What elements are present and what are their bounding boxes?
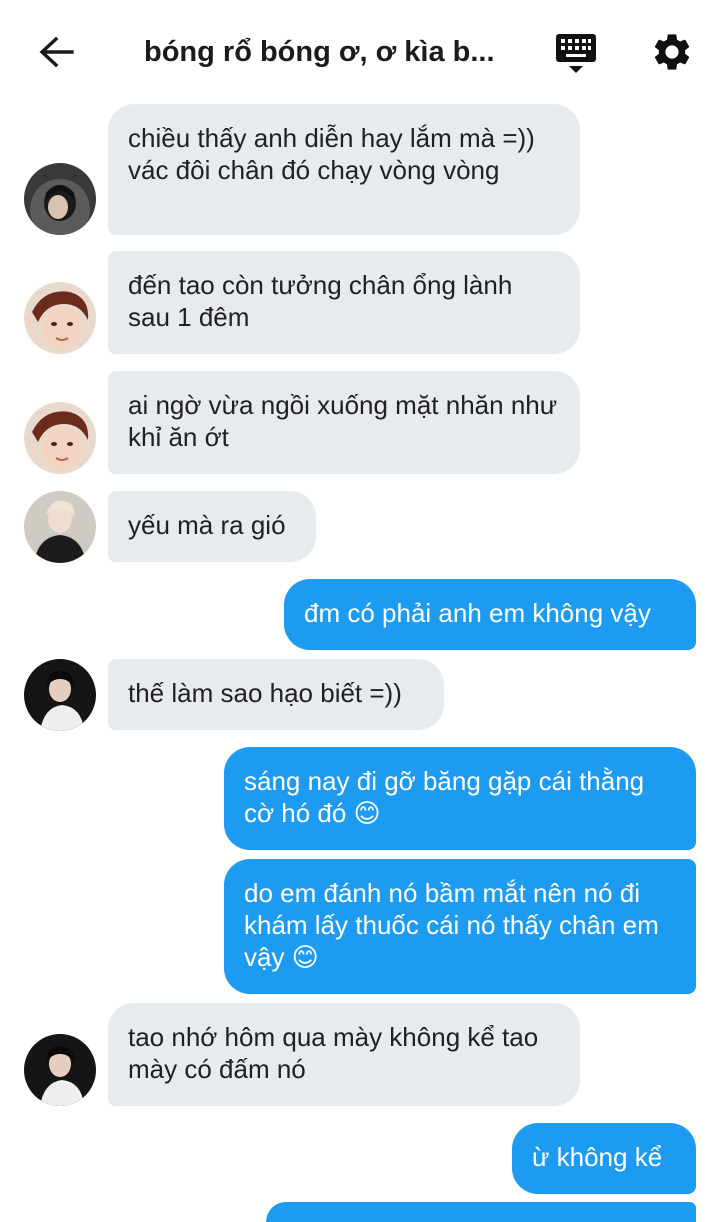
keyboard-icon [556,34,596,73]
outgoing-message[interactable]: sáng nay đi gỡ băng gặp cái thằng cờ hó … [224,747,696,850]
incoming-message[interactable]: yếu mà ra gió [108,491,316,562]
outgoing-message-partial[interactable] [266,1202,696,1222]
outgoing-message[interactable]: ừ không kể [512,1123,696,1194]
incoming-message[interactable]: thế làm sao hạo biết =)) [108,659,444,730]
avatar-boy-red-hair[interactable] [24,282,96,354]
back-button[interactable] [34,32,78,72]
back-arrow-icon [39,36,74,68]
keyboard-button[interactable] [552,30,600,76]
avatar-blonde-dark-suit[interactable] [24,491,96,563]
incoming-message[interactable]: ai ngờ vừa ngồi xuống mặt nhăn như khỉ ă… [108,371,580,474]
avatar-dark-hair-white-shirt[interactable] [24,1034,96,1106]
incoming-message[interactable]: đến tao còn tưởng chân ổng lành sau 1 đê… [108,251,580,354]
chat-header: bóng rổ bóng ơ, ơ kìa b... [0,0,720,104]
settings-button[interactable] [650,30,694,74]
conversation-title[interactable]: bóng rổ bóng ơ, ơ kìa b... [144,30,514,74]
message-list[interactable]: chiều thấy anh diễn hay lắm mà =)) vác đ… [0,0,720,1222]
avatar-hooded[interactable] [24,163,96,235]
incoming-message[interactable]: chiều thấy anh diễn hay lắm mà =)) vác đ… [108,104,580,235]
gear-icon [654,34,690,70]
avatar-boy-red-hair[interactable] [24,402,96,474]
outgoing-message[interactable]: do em đánh nó bầm mắt nên nó đi khám lấy… [224,859,696,994]
outgoing-message[interactable]: đm có phải anh em không vậy [284,579,696,650]
avatar-dark-hair-white-shirt[interactable] [24,659,96,731]
incoming-message[interactable]: tao nhớ hôm qua mày không kể tao mày có … [108,1003,580,1106]
